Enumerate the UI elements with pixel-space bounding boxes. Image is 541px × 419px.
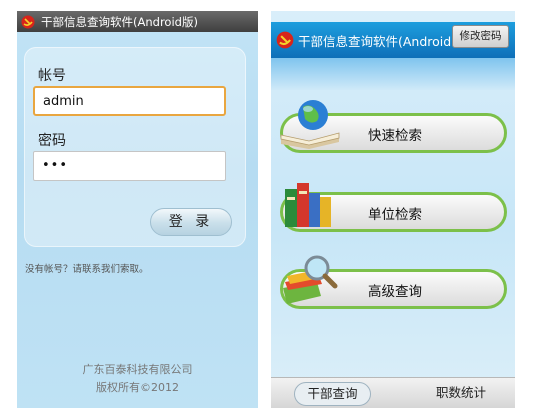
quick-search-label: 快速检索 [368, 128, 422, 144]
main-menu-screen: 干部信息查询软件(Android 修改密码 快速检索 单位检索 高级查询 干部查… [271, 11, 515, 408]
party-emblem-icon [21, 15, 35, 29]
unit-search-label: 单位检索 [368, 207, 422, 223]
advanced-query-label: 高级查询 [368, 284, 422, 300]
header-wave [271, 58, 515, 90]
change-password-button[interactable]: 修改密码 [452, 25, 509, 48]
password-label: 密码 [38, 133, 66, 149]
main-title: 干部信息查询软件(Android [298, 33, 452, 49]
bottom-tab-bar: 干部查询 职数统计 [271, 377, 515, 408]
username-input[interactable]: admin [33, 86, 226, 116]
party-emblem-icon [276, 31, 294, 49]
books-icon [277, 175, 343, 229]
main-title-bar: 干部信息查询软件(Android 修改密码 [271, 22, 515, 58]
login-button[interactable]: 登 录 [150, 208, 232, 236]
contact-hint: 没有帐号？请联系我们索取。 [25, 264, 149, 275]
login-screen: 干部信息查询软件(Android版) 帐号 admin 密码 ••• 登 录 没… [17, 11, 258, 408]
login-title-bar: 干部信息查询软件(Android版) [17, 11, 258, 32]
copyright: 版权所有©2012 [96, 381, 179, 394]
username-label: 帐号 [38, 68, 66, 84]
tab-position-statistics[interactable]: 职数统计 [421, 382, 501, 404]
globe-book-icon [277, 95, 343, 149]
company-name: 广东百泰科技有限公司 [82, 363, 193, 376]
login-title: 干部信息查询软件(Android版) [41, 14, 198, 29]
tab-cadre-query[interactable]: 干部查询 [294, 382, 371, 406]
magnifier-books-icon [277, 252, 343, 306]
password-input[interactable]: ••• [33, 151, 226, 181]
